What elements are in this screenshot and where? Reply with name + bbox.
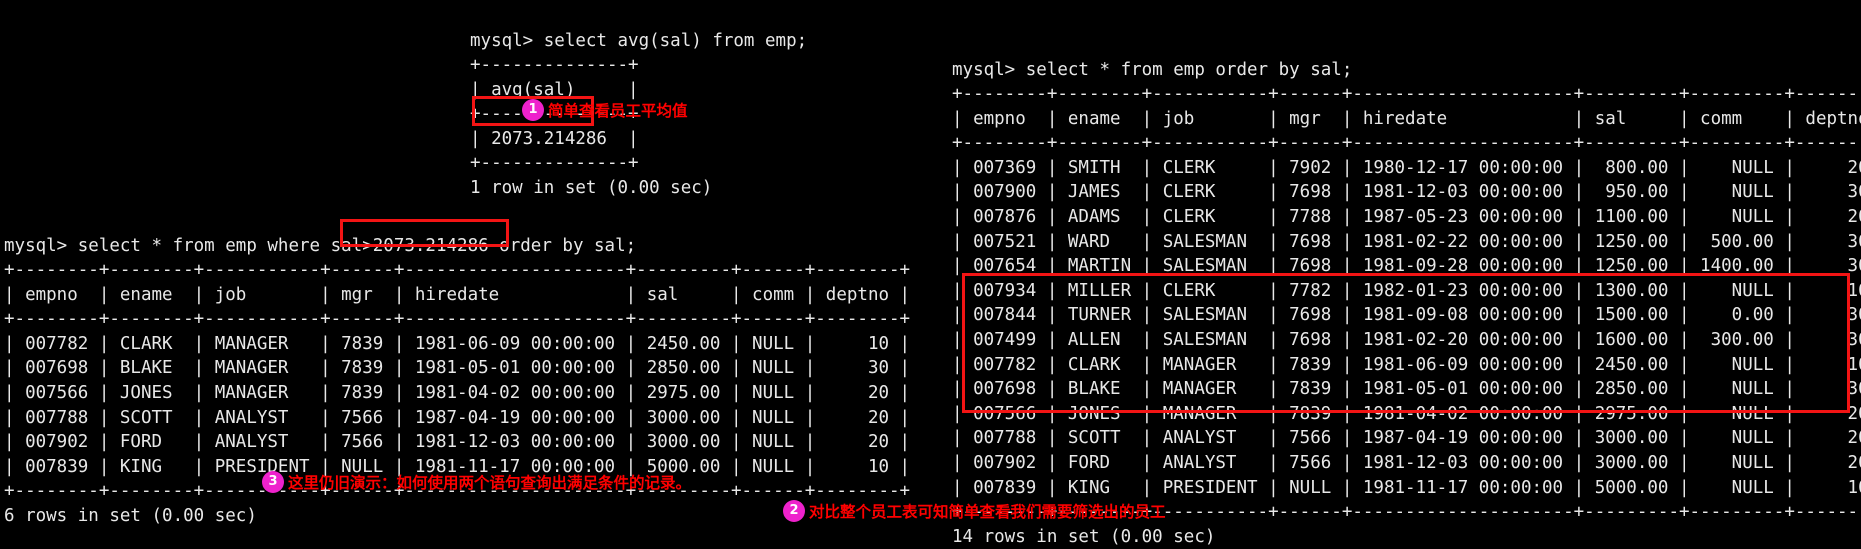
annotation-caption-2: 对比整个员工表可知简单查看我们需要筛选出的员工 [809,501,1166,523]
annotation-caption-3: 这里仍旧演示：如何使用两个语句查询出满足条件的记录。 [288,472,691,494]
annotation-badge-3: 3 [262,471,284,493]
full-table-query-output-block: mysql> select * from emp order by sal; +… [952,58,1861,549]
annotation-badge-1: 1 [522,99,544,121]
annotation-caption-1: 简单查看员工平均值 [548,100,688,122]
annotation-badge-2: 2 [783,500,805,522]
